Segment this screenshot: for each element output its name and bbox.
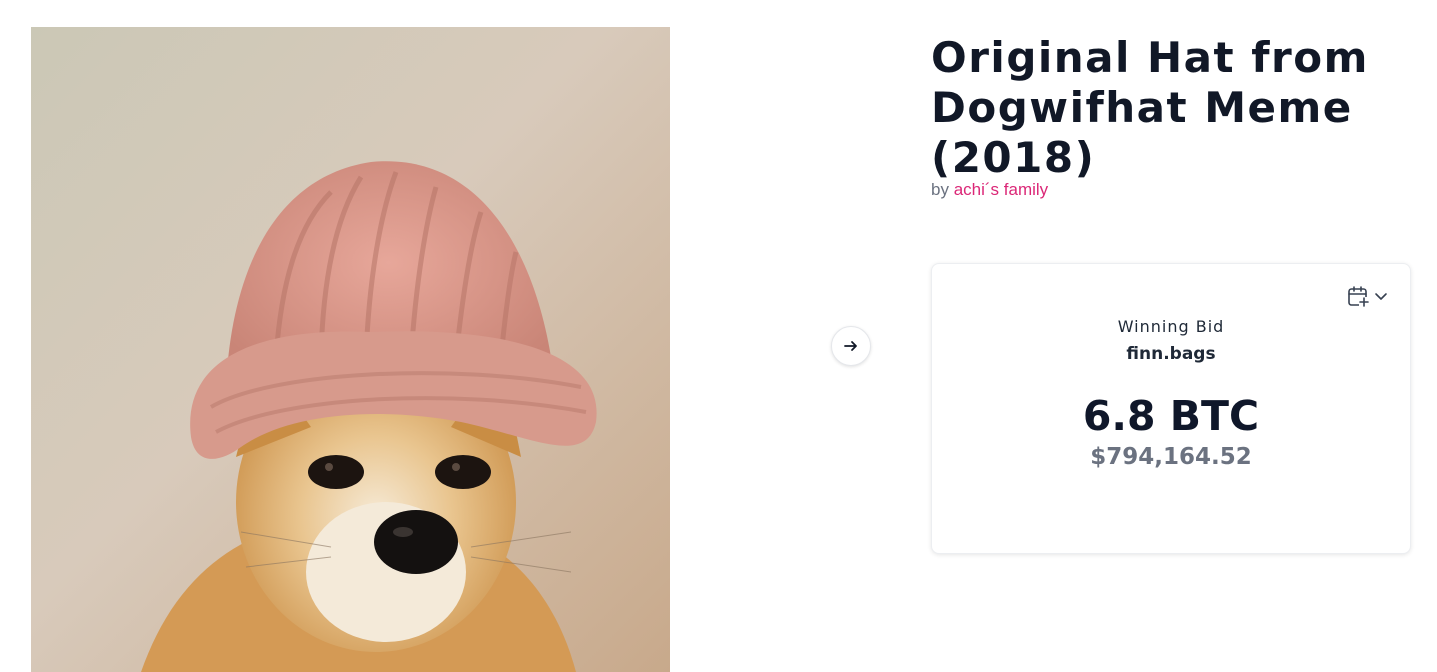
auction-card: Winning Bid finn.bags 6.8 BTC $794,164.5… — [931, 263, 1411, 554]
chevron-down-icon — [1375, 293, 1387, 300]
arrow-right-icon — [844, 341, 857, 351]
artwork-title: Original Hat from Dogwifhat Meme (2018) — [931, 33, 1369, 182]
bid-amount: 6.8 BTC — [1082, 392, 1260, 440]
bid-amount-usd: $794,164.52 — [1090, 444, 1252, 470]
artwork-image — [31, 27, 670, 672]
calendar-plus-icon — [1348, 286, 1369, 307]
by-prefix: by — [931, 180, 949, 199]
add-to-calendar-button[interactable] — [1346, 284, 1388, 308]
bid-status-label: Winning Bid — [1117, 317, 1225, 336]
artist-link[interactable]: achi´s family — [954, 180, 1048, 199]
artist-byline: by achi´s family — [931, 180, 1048, 200]
next-artwork-button[interactable] — [831, 326, 871, 366]
winning-bidder: finn.bags — [1126, 344, 1216, 364]
